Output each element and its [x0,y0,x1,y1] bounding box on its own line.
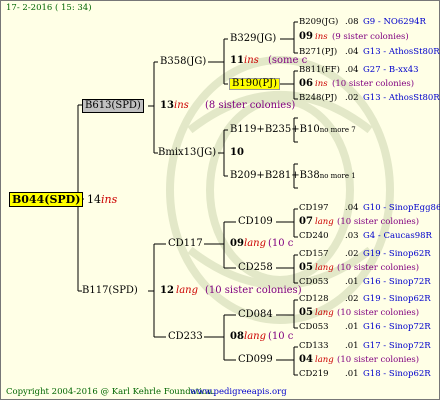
b209-label: B209+B281+B38 [230,170,320,181]
gen4-breed-tag: lang [315,217,334,227]
root-breed-tag: ins [101,193,118,206]
gen4-score: .02 [345,249,359,259]
queen-CD117[interactable]: CD117 [168,239,203,249]
cd233-sister-note: (10 c [268,331,294,342]
gen4-score: .02 [345,93,359,103]
gen4-sister-note: (10 sister colonies) [337,308,420,318]
gen4-origin-link[interactable]: G19 - Sinop62R [363,250,431,259]
gen4-breed-tag: ins [315,32,328,42]
root-generation: 14 [87,193,101,206]
gen4-score: .03 [345,231,359,241]
gen4-origin-link[interactable]: G16 - Sinop72R [363,278,431,287]
cd117-sister-note: (10 c [268,238,294,249]
mother-sister-note: (10 sister colonies) [205,285,302,296]
cd233-generation: 08 [230,331,244,342]
gen4-score: .04 [345,47,359,57]
queen-B190[interactable]: B190(PJ) [229,78,280,90]
queen-CD084[interactable]: CD084 [238,310,273,320]
queen-CD099[interactable]: CD099 [238,355,273,365]
gen4-queen[interactable]: B248(PJ) [299,94,337,103]
gen4-origin-link[interactable]: G18 - Sinop62R [363,370,431,379]
gen4-queen[interactable]: B209(JG) [299,18,338,27]
gen4-sister-note: (9 sister colonies) [332,32,409,42]
gen4-origin-link[interactable]: G17 - Sinop72R [363,342,431,351]
gen4-queen[interactable]: CD219 [299,370,329,379]
copyright-text: Copyright 2004-2016 @ Karl Kehrle Founda… [6,387,216,397]
queen-CD258[interactable]: CD258 [238,263,273,273]
gen4-generation: 09 [299,31,313,42]
gen4-origin-link[interactable]: G13 - AthosSt80R [363,48,440,57]
gen4-generation: 05 [299,262,313,273]
b119-label: B119+B235+B10 [230,124,320,135]
gen4-origin-link[interactable]: G16 - Sinop72R [363,323,431,332]
cd117-breed-tag: lang [244,238,267,249]
father-generation: 13 [160,100,174,111]
gen4-generation: 04 [299,354,313,365]
father-B613[interactable]: B613(SPD) [82,99,144,113]
date-stamp: 17- 2-2016 ( 15: 34) [6,3,92,13]
queen-B358[interactable]: B358(JG) [160,57,206,67]
gen4-sister-note: (10 sister colonies) [337,263,420,273]
gen4-origin-link[interactable]: G19 - Sinop62R [363,295,431,304]
gen4-score: .01 [345,322,359,332]
father-sister-note: (8 sister colonies) [205,100,296,111]
queen-Bmix13[interactable]: Bmix13(JG) [158,148,216,158]
gen4-queen[interactable]: CD053 [299,323,329,332]
gen4-queen[interactable]: CD240 [299,232,329,241]
queen-B329[interactable]: B329(JG) [230,34,276,44]
gen4-origin-link[interactable]: G13 - AthosSt80R [363,94,440,103]
cd117-generation: 09 [230,238,244,249]
gen4-sister-note: (10 sister colonies) [337,217,420,227]
gen4-sister-note: (10 sister colonies) [337,355,420,365]
mother-breed-tag: lang [176,285,199,296]
mother-B117[interactable]: B117(SPD) [82,286,138,296]
queen-B119-mix[interactable]: B119+B235+B10no more 7 [230,125,356,135]
gen4-queen[interactable]: CD133 [299,342,329,351]
gen4-queen[interactable]: B811(FF) [299,66,340,75]
gen4-breed-tag: lang [315,263,334,273]
gen4-score: .02 [345,294,359,304]
queen-root-B044[interactable]: B044(SPD) [9,192,84,207]
gen4-score: .04 [345,203,359,213]
mother-generation: 12 [160,285,174,296]
gen4-generation: 05 [299,307,313,318]
gen4-generation: 06 [299,78,313,89]
gen4-origin-link[interactable]: G4 - Caucas98R [363,232,432,241]
gen4-score: .01 [345,341,359,351]
gen4-origin-link[interactable]: G10 - SinopEgg86R [363,204,440,213]
b329-generation: 11 [230,55,244,66]
gen4-queen[interactable]: CD053 [299,278,329,287]
bmix-generation: 10 [230,147,244,158]
gen4-breed-tag: lang [315,308,334,318]
gen4-score: .01 [345,369,359,379]
gen4-generation: 07 [299,216,313,227]
gen4-breed-tag: lang [315,355,334,365]
father-breed-tag: ins [174,100,189,111]
site-link[interactable]: www.pedigreeapis.org [190,388,287,397]
gen4-queen[interactable]: CD197 [299,204,329,213]
b119-no-more-note: no more 7 [319,126,356,134]
gen4-breed-tag: ins [315,79,328,89]
gen4-queen[interactable]: B271(PJ) [299,48,337,57]
gen4-score: .08 [345,17,359,27]
queen-CD233[interactable]: CD233 [168,332,203,342]
cd233-breed-tag: lang [244,331,267,342]
b209-no-more-note: no more 1 [319,172,356,180]
gen4-origin-link[interactable]: G9 - NO6294R [363,18,426,27]
gen4-queen[interactable]: CD157 [299,250,329,259]
gen4-origin-link[interactable]: G27 - B-xx43 [363,66,419,75]
gen4-queen[interactable]: CD128 [299,295,329,304]
gen4-sister-note: (10 sister colonies) [332,79,415,89]
queen-B209-mix[interactable]: B209+B281+B38no more 1 [230,171,356,181]
gen4-score: .04 [345,65,359,75]
queen-CD109[interactable]: CD109 [238,217,273,227]
gen4-score: .01 [345,277,359,287]
b329-breed-tag: ins [244,55,259,66]
